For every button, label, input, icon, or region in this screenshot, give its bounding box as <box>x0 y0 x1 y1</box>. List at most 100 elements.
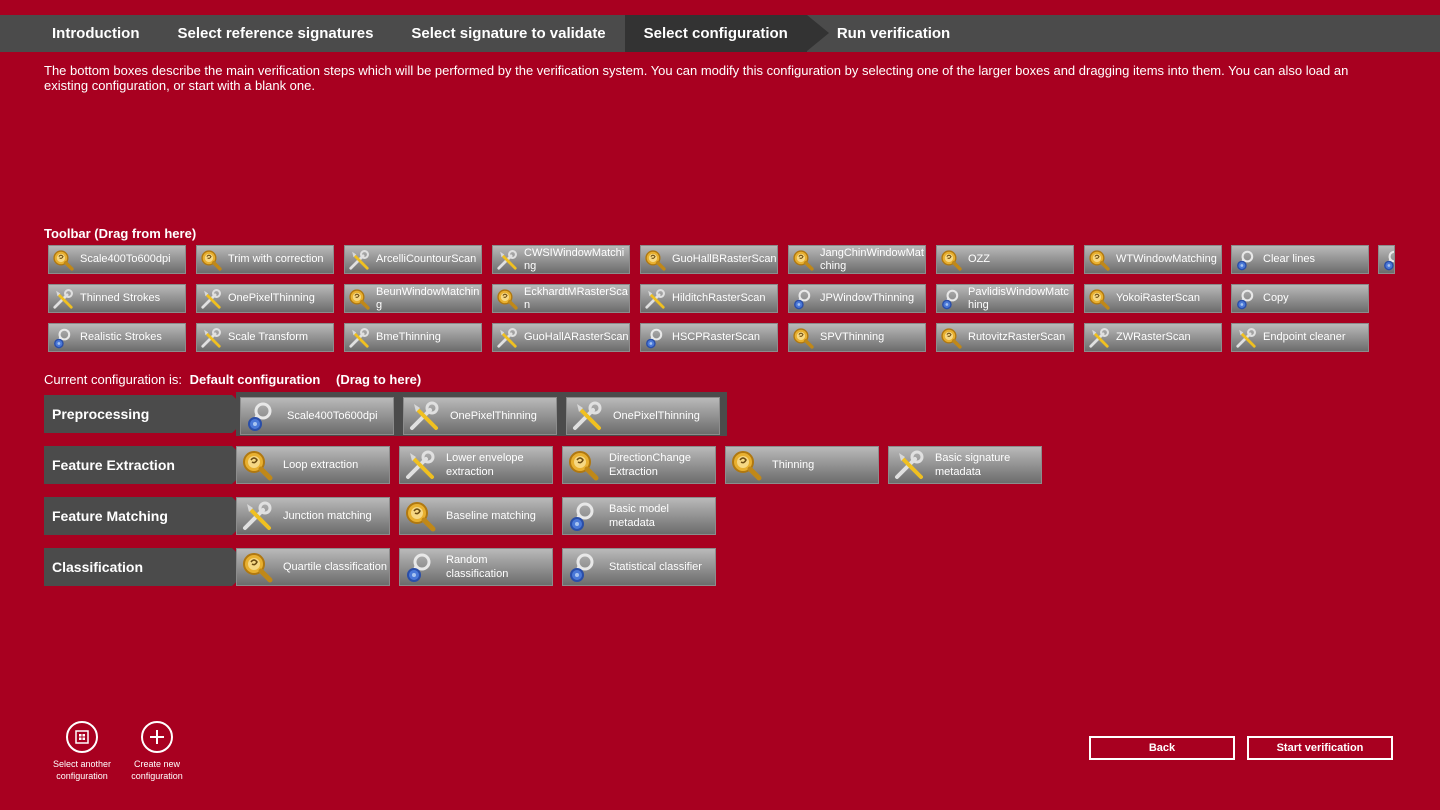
toolbar-item-copy[interactable]: Copy <box>1231 284 1369 313</box>
magnifier-icon <box>241 551 273 583</box>
tab-run-verification[interactable]: Run verification <box>807 15 969 52</box>
toolbar-item-endpoint-cleaner[interactable]: Endpoint cleaner <box>1231 323 1369 352</box>
toolbar-item-label: JPWindowThinning <box>820 292 915 304</box>
stage-item-onepixelthinning[interactable]: OnePixelThinning <box>403 397 557 435</box>
stage-item-loop-extraction[interactable]: Loop extraction <box>236 446 390 484</box>
stage-item-basic-signature-metadata[interactable]: Basic signature metadata <box>888 446 1042 484</box>
tab-introduction[interactable]: Introduction <box>0 15 158 52</box>
start-verification-button[interactable]: Start verification <box>1247 736 1393 760</box>
toolbar-item-label: SPVThinning <box>820 331 885 343</box>
toolbar-item-guohallarasterscan[interactable]: GuoHallARasterScan <box>492 323 630 352</box>
magnifier-icon <box>730 449 762 481</box>
toolbar-item-label: Scale Transform <box>228 331 309 343</box>
magnifier-icon <box>940 249 962 271</box>
toolbar-item-label: ArcelliCountourScan <box>376 253 477 265</box>
toolbar-item-thinned-strokes[interactable]: Thinned Strokes <box>48 284 186 313</box>
toolbar-item-label: Clear lines <box>1263 253 1315 265</box>
stage-item-label: Basic model metadata <box>609 503 669 529</box>
toolbar-item-pavlidiswindowmatching[interactable]: PavlidisWindowMatching <box>936 284 1074 313</box>
toolbar-item-label: OZZ <box>968 253 990 265</box>
toolbar-item-guohallbrasterscan[interactable]: GuoHallBRasterScan <box>640 245 778 274</box>
tools-icon <box>200 288 222 310</box>
toolbar-item-realistic-strokes[interactable]: Realistic Strokes <box>48 323 186 352</box>
stage-item-basic-model-metadata[interactable]: Basic model metadata <box>562 497 716 535</box>
toolbar-item-cwsiwindowmatching[interactable]: CWSIWindowMatching <box>492 245 630 274</box>
stage-item-statistical-classifier[interactable]: Statistical classifier <box>562 548 716 586</box>
toolbar-item-arcellicountourscan[interactable]: ArcelliCountourScan <box>344 245 482 274</box>
stage-item-label: Loop extraction <box>283 459 359 471</box>
stage-item-junction-matching[interactable]: Junction matching <box>236 497 390 535</box>
tab-select-signature-to-validate[interactable]: Select signature to validate <box>392 15 624 52</box>
magnifier-icon <box>496 288 518 310</box>
gear-icon <box>792 288 814 310</box>
toolbar-item-jangchinwindowmatching[interactable]: JangChinWindowMatching <box>788 245 926 274</box>
stage-item-onepixelthinning[interactable]: OnePixelThinning <box>566 397 720 435</box>
stage-feature-extraction[interactable]: Feature Extraction <box>44 446 252 484</box>
tab-select-reference-signatures[interactable]: Select reference signatures <box>158 15 392 52</box>
stage-item-quartile-classification[interactable]: Quartile classification <box>236 548 390 586</box>
toolbar-item-label: JangChinWindowMatching <box>820 246 924 272</box>
gear-icon <box>1235 288 1257 310</box>
toolbar-item-label: EckhardtMRasterScan <box>524 285 628 311</box>
stage-item-label: Junction matching <box>283 510 372 522</box>
stage-feature-matching[interactable]: Feature Matching <box>44 497 252 535</box>
config-hint: (Drag to here) <box>335 372 422 387</box>
toolbar-item-wtwindowmatching[interactable]: WTWindowMatching <box>1084 245 1222 274</box>
toolbar-item-onepixelthinning[interactable]: OnePixelThinning <box>196 284 334 313</box>
config-prefix: Current configuration is: <box>44 372 183 387</box>
stage-item-scale400to600dpi[interactable]: Scale400To600dpi <box>240 397 394 435</box>
toolbar-item-label: WTWindowMatching <box>1116 253 1217 265</box>
gear-icon <box>52 327 74 349</box>
create-new-configuration-button[interactable]: Create new configuration <box>117 721 197 782</box>
toolbar-item-bmethinning[interactable]: BmeThinning <box>344 323 482 352</box>
toolbar-item-label: GuoHallARasterScan <box>524 331 629 343</box>
stage-item-thinning[interactable]: Thinning <box>725 446 879 484</box>
back-button[interactable]: Back <box>1089 736 1235 760</box>
toolbar-item-eckhardtmrasterscan[interactable]: EckhardtMRasterScan <box>492 284 630 313</box>
magnifier-icon <box>52 249 74 271</box>
toolbar-item-trim-with-correction[interactable]: Trim with correction <box>196 245 334 274</box>
toolbar-item-spvthinning[interactable]: SPVThinning <box>788 323 926 352</box>
toolbar-item-clear-lines[interactable]: Clear lines <box>1231 245 1369 274</box>
stage-item-label: Quartile classification <box>283 561 387 573</box>
toolbar-item-beunwindowmatching[interactable]: BeunWindowMatching <box>344 284 482 313</box>
toolbar-item-rutovitzrasterscan[interactable]: RutovitzRasterScan <box>936 323 1074 352</box>
toolbar-item-scale-transform[interactable]: Scale Transform <box>196 323 334 352</box>
select-another-configuration-button[interactable]: Select another configuration <box>42 721 122 782</box>
tools-icon <box>200 327 222 349</box>
magnifier-icon <box>792 249 814 271</box>
magnifier-icon <box>241 449 273 481</box>
tab-select-configuration[interactable]: Select configuration <box>624 15 830 52</box>
wizard-nav: Introduction Select reference signatures… <box>0 15 1440 52</box>
stage-preprocessing[interactable]: Preprocessing <box>44 395 252 433</box>
gear-icon <box>567 551 599 583</box>
create-new-label: Create new configuration <box>131 759 183 781</box>
toolbar-item-label: PavlidisWindowMatching <box>968 285 1069 311</box>
toolbar-title: Toolbar (Drag from here) <box>44 226 197 241</box>
stage-item-label: Baseline matching <box>446 510 536 522</box>
stage-item-lower-envelope-extraction[interactable]: Lower envelope extraction <box>399 446 553 484</box>
toolbar-item-jpwindowthinning[interactable]: JPWindowThinning <box>788 284 926 313</box>
magnifier-icon <box>200 249 222 271</box>
magnifier-icon <box>348 288 370 310</box>
toolbar-item-hilditchrasterscan[interactable]: HilditchRasterScan <box>640 284 778 313</box>
stage-item-label: Scale400To600dpi <box>287 410 378 422</box>
stage-item-baseline-matching[interactable]: Baseline matching <box>399 497 553 535</box>
tools-icon <box>52 288 74 310</box>
tools-icon <box>893 449 925 481</box>
tools-icon <box>496 327 518 349</box>
toolbar-item-zwrasterscan[interactable]: ZWRasterScan <box>1084 323 1222 352</box>
toolbar-item-hscprasterscan[interactable]: HSCPRasterScan <box>640 323 778 352</box>
stage-item-directionchange-extraction[interactable]: DirectionChange Extraction <box>562 446 716 484</box>
tools-icon <box>408 400 440 432</box>
toolbar-item-ozz[interactable]: OZZ <box>936 245 1074 274</box>
toolbar-item-scale400to600dpi[interactable]: Scale400To600dpi <box>48 245 186 274</box>
tools-icon <box>1235 327 1257 349</box>
toolbar-item-item[interactable] <box>1378 245 1395 274</box>
stage-classification[interactable]: Classification <box>44 548 252 586</box>
stage-item-random-classification[interactable]: Random classification <box>399 548 553 586</box>
toolbar-item-yokoirasterscan[interactable]: YokoiRasterScan <box>1084 284 1222 313</box>
grid-icon <box>66 721 98 753</box>
magnifier-icon <box>404 500 436 532</box>
stage-item-label: Lower envelope extraction <box>446 452 524 478</box>
